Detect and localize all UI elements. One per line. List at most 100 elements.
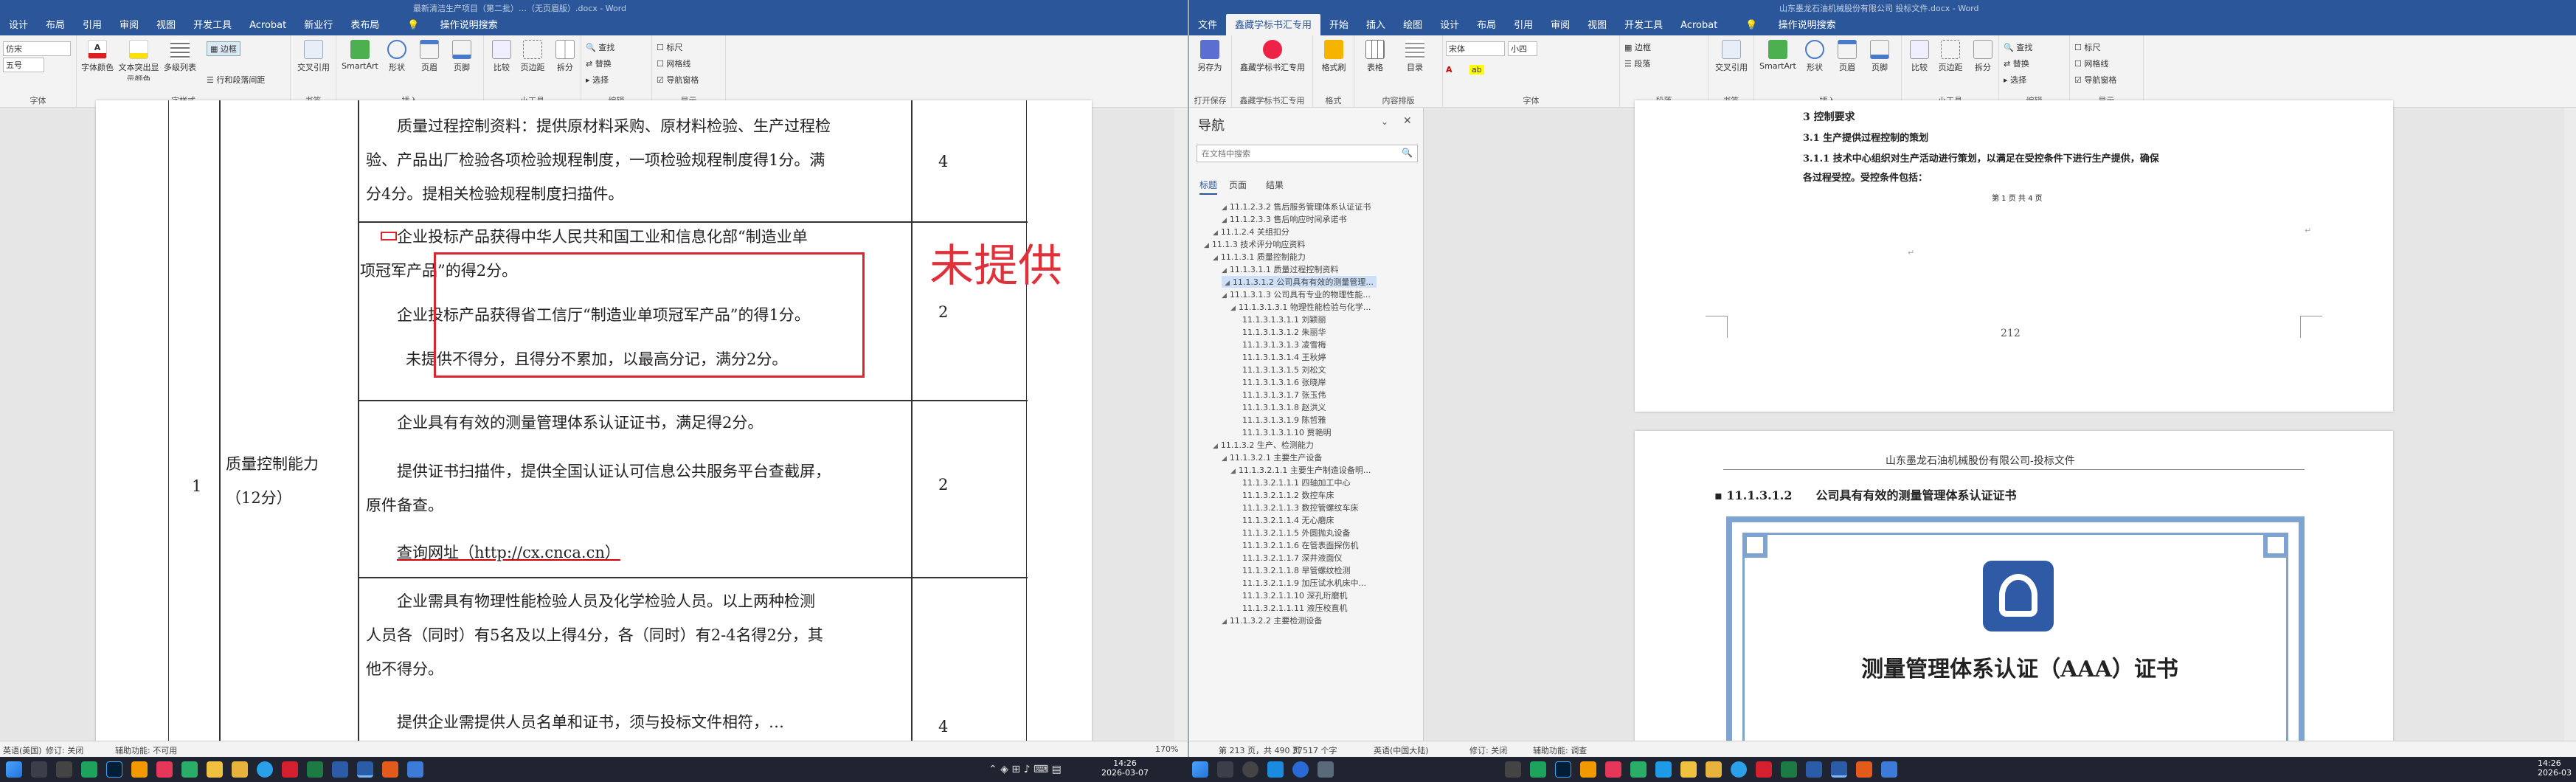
nav-heading-item[interactable]: 11.1.3.1.3.1.2 朱丽华 xyxy=(1239,326,1326,338)
right-menu-5[interactable]: 设计 xyxy=(1431,14,1468,35)
left-menu-1[interactable]: 布局 xyxy=(37,14,74,35)
left-select-button[interactable]: ▸ 选择 xyxy=(586,74,609,86)
app-avatar-icon-2[interactable] xyxy=(1680,761,1697,778)
nav-heading-item[interactable]: ◢ 11.1.3 技术评分响应资料 xyxy=(1204,238,1305,250)
left-replace-button[interactable]: ⇄ 替换 xyxy=(586,58,612,69)
cell-2-line-3[interactable]: 查询网址（http://cx.cnca.cn） xyxy=(397,536,620,570)
nav-tab-pages[interactable]: 页面 xyxy=(1229,179,1247,191)
nav-heading-item[interactable]: 11.1.3.2.1.1.5 外圆抛丸设备 xyxy=(1239,527,1350,539)
nav-heading-item[interactable]: ◢ 11.1.3.1.2 公司具有有效的测量管理... xyxy=(1222,276,1377,288)
expand-triangle-icon[interactable]: ◢ xyxy=(1213,229,1218,237)
nav-heading-item[interactable]: 11.1.3.2.1.1.4 无心磨床 xyxy=(1239,514,1334,526)
task-view-icon-2[interactable] xyxy=(1217,761,1233,778)
app-calendar-icon-2[interactable] xyxy=(1881,761,1897,778)
nav-heading-item[interactable]: 11.1.3.2.1.1.11 液压校直机 xyxy=(1239,602,1347,614)
left-menu-5[interactable]: 开发工具 xyxy=(184,14,240,35)
expand-triangle-icon[interactable]: ◢ xyxy=(1230,305,1236,312)
right-bullet-button[interactable]: ☰ 段落 xyxy=(1624,58,1650,69)
left-footer-button[interactable]: 页脚 xyxy=(446,40,478,73)
expand-triangle-icon[interactable]: ◢ xyxy=(1222,204,1227,212)
expand-triangle-icon[interactable]: ◢ xyxy=(1213,443,1218,450)
left-menu-6[interactable]: Acrobat xyxy=(240,17,295,35)
left-menu-3[interactable]: 审阅 xyxy=(111,14,148,35)
acrobat-icon-2[interactable] xyxy=(1756,761,1772,778)
nav-heading-item[interactable]: 11.1.3.2.1.1.9 加压试水机床中... xyxy=(1239,577,1366,589)
expand-triangle-icon[interactable]: ◢ xyxy=(1204,242,1209,249)
left-margins-button[interactable]: 页边距 xyxy=(516,40,549,73)
start-icon-2[interactable] xyxy=(1192,761,1208,778)
nav-heading-item[interactable]: ◢ 11.1.2.3.2 售后服务管理体系认证证书 xyxy=(1222,201,1371,212)
right-border-button[interactable]: ▦ 边框 xyxy=(1624,41,1651,53)
expand-triangle-icon[interactable]: ◢ xyxy=(1222,267,1227,274)
right-status-page[interactable]: 第 213 页，共 490 页 xyxy=(1219,744,1301,756)
app-circle-icon[interactable] xyxy=(1292,761,1309,778)
right-menu-2[interactable]: 开始 xyxy=(1320,14,1357,35)
nav-heading-item[interactable]: ◢ 11.1.3.1.1 质量过程控制资料 xyxy=(1222,263,1338,275)
right-grid-checkbox[interactable]: ☐ 网格线 xyxy=(2074,58,2108,69)
terminal-icon-2[interactable] xyxy=(1505,761,1521,778)
right-split-button[interactable]: 拆分 xyxy=(1967,40,1999,73)
left-status-lang[interactable]: 英语(美国) xyxy=(3,744,42,756)
left-border-button[interactable]: ▦ 边框 xyxy=(207,41,240,56)
right-status-accessibility[interactable]: 辅助功能: 调查 xyxy=(1533,744,1587,756)
nav-tab-headings[interactable]: 标题 xyxy=(1199,179,1218,195)
expand-triangle-icon[interactable]: ◢ xyxy=(1222,618,1227,626)
right-menu-11[interactable]: Acrobat xyxy=(1672,17,1726,35)
left-grid-checkbox[interactable]: ☐ 网格线 xyxy=(657,58,690,69)
search-icon[interactable] xyxy=(1242,761,1258,778)
right-footer-button[interactable]: 页脚 xyxy=(1863,40,1896,73)
app-avatar-icon[interactable] xyxy=(207,761,223,778)
left-header-button[interactable]: 页眉 xyxy=(413,40,446,73)
app-orange-icon[interactable] xyxy=(382,761,398,778)
left-find-button[interactable]: 🔍 查找 xyxy=(586,41,614,53)
terminal-icon[interactable] xyxy=(56,761,72,778)
right-nav-checkbox[interactable]: ☑ 导航窗格 xyxy=(2074,74,2116,86)
left-multilevel-button[interactable]: 多级列表 xyxy=(164,40,196,73)
left-tell-me[interactable]: 💡 操作说明搜索 xyxy=(388,14,515,35)
app-bird-icon[interactable] xyxy=(131,761,148,778)
left-ruler-checkbox[interactable]: ☐ 标尺 xyxy=(657,41,682,53)
right-menu-9[interactable]: 视图 xyxy=(1579,14,1616,35)
nav-heading-item[interactable]: 11.1.3.2.1.1.10 深孔珩磨机 xyxy=(1239,589,1347,601)
right-status-lang[interactable]: 英语(中国大陆) xyxy=(1374,744,1429,756)
right-ruler-checkbox[interactable]: ☐ 标尺 xyxy=(2074,41,2100,53)
qq-icon[interactable] xyxy=(1655,761,1672,778)
right-crossref-button[interactable]: 交叉引用 xyxy=(1713,40,1750,73)
right-table-button[interactable]: 表格 xyxy=(1359,40,1391,73)
nav-close-icon[interactable]: ✕ xyxy=(1403,115,1412,127)
explorer-icon-2[interactable] xyxy=(1706,761,1722,778)
wechat-icon-2[interactable] xyxy=(1630,761,1647,778)
nav-heading-item[interactable]: ◢ 11.1.2.3.3 售后响应时间承诺书 xyxy=(1222,213,1346,225)
right-menu-8[interactable]: 审阅 xyxy=(1542,14,1579,35)
right-font-size[interactable]: 小四 xyxy=(1508,41,1537,56)
nav-heading-item[interactable]: 11.1.3.1.3.1.3 凌雪梅 xyxy=(1239,339,1326,350)
nav-search-input[interactable] xyxy=(1197,146,1389,162)
start-icon[interactable] xyxy=(6,761,22,778)
nav-heading-item[interactable]: 11.1.3.2.1.1.3 数控管螺纹车床 xyxy=(1239,502,1358,513)
left-crossref-button[interactable]: 交叉引用 xyxy=(295,40,332,73)
clock-right[interactable]: 14:26 2026-03 xyxy=(2538,758,2576,778)
left-menu-8[interactable]: 表布局 xyxy=(342,14,388,35)
right-smartart-button[interactable]: SmartArt xyxy=(1757,40,1798,71)
left-font-color-button[interactable]: A 字体颜色 xyxy=(81,40,114,73)
excel-icon-2[interactable] xyxy=(1781,761,1797,778)
expand-triangle-icon[interactable]: ◢ xyxy=(1222,455,1227,463)
left-split-button[interactable]: 拆分 xyxy=(549,40,581,73)
expand-triangle-icon[interactable]: ◢ xyxy=(1225,280,1230,287)
right-status-words[interactable]: 37517 个字 xyxy=(1292,744,1337,756)
app-green-icon-2[interactable] xyxy=(1530,761,1546,778)
app-bird-icon-2[interactable] xyxy=(1580,761,1596,778)
nav-heading-item[interactable]: ◢ 11.1.3.2.1 主要生产设备 xyxy=(1222,451,1322,463)
right-saveas-button[interactable]: 另存为 xyxy=(1194,40,1226,73)
left-menu-4[interactable]: 视图 xyxy=(148,14,184,35)
right-select-button[interactable]: ▸ 选择 xyxy=(2004,74,2026,86)
right-margins-button[interactable]: 页边距 xyxy=(1934,40,1967,73)
right-replace-button[interactable]: ⇄ 替换 xyxy=(2004,58,2029,69)
right-menu-1[interactable]: 鑫藏学标书汇专用 xyxy=(1226,14,1321,35)
nav-heading-item[interactable]: 11.1.3.2.1.1.8 旱管螺纹检测 xyxy=(1239,564,1350,576)
nav-heading-item[interactable]: 11.1.3.1.3.1.9 陈哲雅 xyxy=(1239,414,1326,426)
nav-tab-results[interactable]: 结果 xyxy=(1266,179,1284,191)
app-calendar-icon[interactable] xyxy=(407,761,423,778)
expand-triangle-icon[interactable]: ◢ xyxy=(1222,217,1227,224)
right-compare-button[interactable]: 比较 xyxy=(1903,40,1936,73)
